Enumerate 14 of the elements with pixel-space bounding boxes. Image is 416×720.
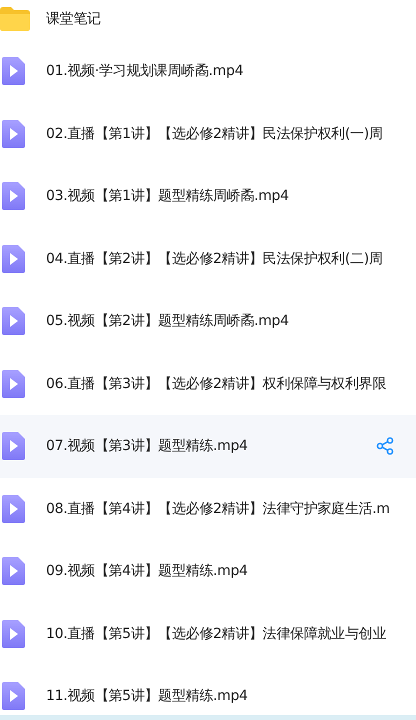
folder-icon <box>0 7 30 31</box>
file-name[interactable]: 05.视频【第2讲】题型精练周峤矞.mp4 <box>46 312 289 330</box>
file-name[interactable]: 01.视频·学习规划课周峤矞.mp4 <box>46 62 244 80</box>
file-name[interactable]: 02.直播【第1讲】【选必修2精讲】民法保护权利(一)周 <box>46 124 383 143</box>
file-name[interactable]: 03.视频【第1讲】题型精练周峤矞.mp4 <box>46 187 289 206</box>
file-name[interactable]: 04.直播【第2讲】【选必修2精讲】民法保护权利(二)周 <box>46 250 383 268</box>
file-name[interactable]: 10.直播【第5讲】【选必修2精讲】法律保障就业与创业 <box>46 624 386 643</box>
file-name[interactable]: 07.视频【第3讲】题型精练.mp4 <box>46 437 248 456</box>
file-name[interactable]: 课堂笔记 <box>46 10 101 28</box>
file-name[interactable]: 06.直播【第3讲】【选必修2精讲】权利保障与权利界限 <box>46 374 386 393</box>
file-name[interactable]: 08.直播【第4讲】【选必修2精讲】法律守护家庭生活.m <box>46 500 390 518</box>
share-icon[interactable] <box>376 437 394 456</box>
file-name[interactable]: 09.视频【第4讲】题型精练.mp4 <box>46 562 248 580</box>
file-name[interactable]: 11.视频【第5讲】题型精练.mp4 <box>46 687 248 706</box>
